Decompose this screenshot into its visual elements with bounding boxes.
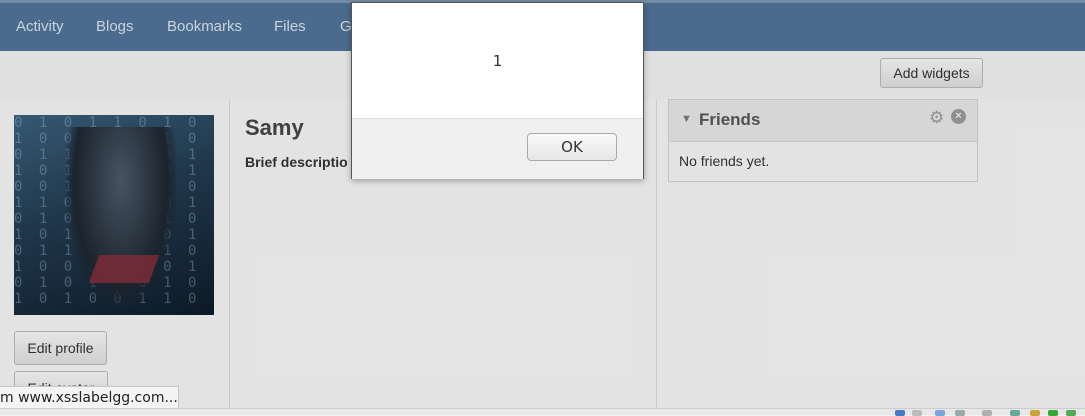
addon-icon[interactable]	[1030, 410, 1040, 416]
alert-footer: OK	[352, 118, 643, 179]
addon-icon[interactable]	[935, 410, 945, 416]
status-bar: m www.xsslabelgg.com...	[0, 386, 179, 410]
addon-icon[interactable]	[1010, 410, 1020, 416]
addon-icon[interactable]	[1048, 410, 1058, 416]
addon-icon[interactable]	[982, 410, 992, 416]
alert-message: 1	[492, 52, 503, 70]
addon-icon[interactable]	[955, 410, 965, 416]
addon-icon[interactable]	[1066, 410, 1076, 416]
ok-button[interactable]: OK	[527, 133, 617, 161]
addon-icon[interactable]	[895, 410, 905, 416]
addon-icon[interactable]	[912, 410, 922, 416]
alert-dialog: 1 OK	[351, 2, 644, 179]
